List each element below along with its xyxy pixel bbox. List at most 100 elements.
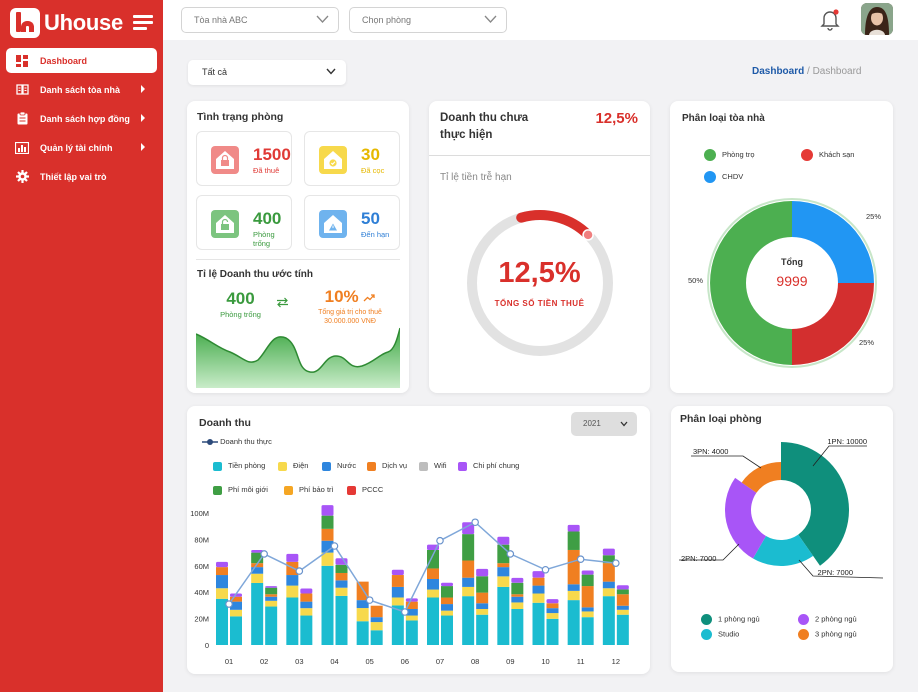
bar-segment[interactable] [265,606,278,645]
bar-segment[interactable] [265,596,278,601]
bar-segment[interactable] [581,611,594,618]
bar-segment[interactable] [251,582,264,645]
bar-segment[interactable] [356,608,369,622]
stat-deposited[interactable]: 30 Đã cọc [304,131,400,186]
bar-segment[interactable] [356,621,369,645]
line-point[interactable] [436,536,444,545]
bar-segment[interactable] [511,594,524,597]
bar-segment[interactable] [497,586,510,645]
bar-segment[interactable] [476,603,489,609]
bar-segment[interactable] [265,600,278,607]
bar-segment[interactable] [532,593,545,603]
bar-segment[interactable] [370,605,383,618]
bar-segment[interactable] [602,581,615,589]
building-select[interactable]: Tòa nhà ABC [181,7,339,33]
bar-segment[interactable] [265,587,278,595]
bar-segment[interactable] [511,577,524,583]
menu-toggle-icon[interactable] [133,15,153,33]
bar-segment[interactable] [462,560,475,578]
line-point[interactable] [260,550,268,558]
bar-segment[interactable] [391,569,404,576]
bar-segment[interactable] [321,528,334,541]
bar-segment[interactable] [370,622,383,631]
sidebar-item-roles[interactable]: Thiết lập vai trò [6,164,157,189]
bar-segment[interactable] [427,597,439,645]
bar-segment[interactable] [511,608,524,645]
stat-rented[interactable]: 1500 Đã thuê [196,131,292,186]
notification-bell-icon[interactable] [820,9,840,31]
bar-segment[interactable] [532,602,545,645]
bar-segment[interactable] [602,548,615,556]
bar-segment[interactable] [567,590,580,601]
bar-segment[interactable] [462,586,475,597]
bar-segment[interactable] [581,570,594,575]
bar-segment[interactable] [230,609,242,617]
bar-segment[interactable] [616,605,629,610]
bar-segment[interactable] [300,593,313,602]
bar-segment[interactable] [546,618,559,645]
bar-segment[interactable] [370,617,383,623]
line-point[interactable] [330,542,339,550]
bar-segment[interactable] [427,579,439,590]
bar-segment[interactable] [511,596,524,603]
bar-segment[interactable] [476,576,489,593]
bar-segment[interactable] [567,531,580,550]
bar-segment[interactable] [370,630,383,645]
bar-segment[interactable] [497,563,510,568]
line-point[interactable] [471,518,479,527]
bar-segment[interactable] [462,596,475,645]
bar-segment[interactable] [441,604,453,611]
bar-segment[interactable] [286,585,299,598]
bar-segment[interactable] [356,581,369,601]
bar-segment[interactable] [391,597,404,606]
donut-slice[interactable] [725,477,766,559]
line-point[interactable] [506,550,515,558]
bar-segment[interactable] [462,534,475,561]
bar-segment[interactable] [567,584,580,591]
bar-segment[interactable] [427,589,439,598]
bar-segment[interactable] [616,589,629,595]
line-point[interactable] [295,567,304,575]
bar-segment[interactable] [546,613,559,619]
bar-segment[interactable] [230,616,242,645]
bar-segment[interactable] [546,599,559,604]
bar-segment[interactable] [335,564,348,573]
room-select[interactable]: Chọn phòng [349,7,507,33]
bar-segment[interactable] [335,572,348,581]
period-filter-select[interactable]: Tất cả [188,60,346,85]
bar-segment[interactable] [581,607,594,612]
bar-segment[interactable] [300,608,313,616]
line-point[interactable] [541,565,550,574]
bar-segment[interactable] [616,609,629,615]
bar-segment[interactable] [405,615,418,621]
bar-segment[interactable] [511,602,524,609]
bar-segment[interactable] [286,553,299,562]
bar-segment[interactable] [476,592,489,604]
sidebar-item-dashboard[interactable]: Dashboard [6,48,157,73]
bar-segment[interactable] [511,582,524,595]
sidebar-item-contracts[interactable]: Danh sách hợp đồng [6,106,157,131]
bar-segment[interactable] [546,603,559,609]
bar-segment[interactable] [427,549,439,569]
bar-segment[interactable] [391,586,404,598]
bar-segment[interactable] [441,610,453,616]
bar-segment[interactable] [321,565,334,645]
app-logo[interactable]: Uhouse [10,6,123,40]
bar-segment[interactable] [441,586,453,598]
bar-segment[interactable] [602,596,615,645]
line-point[interactable] [365,596,374,604]
bar-segment[interactable] [335,587,348,596]
bar-segment[interactable] [441,615,453,645]
bar-segment[interactable] [476,608,489,615]
donut-slice[interactable] [792,201,874,283]
sidebar-item-finance[interactable]: Quản lý tài chính [6,135,157,160]
bar-segment[interactable] [581,586,594,608]
bar-segment[interactable] [546,608,559,614]
bar-segment[interactable] [216,567,228,576]
stat-due[interactable]: 50 Đến hạn [304,195,400,250]
bar-segment[interactable] [216,575,228,589]
bar-segment[interactable] [216,561,228,568]
bar-segment[interactable] [335,580,348,588]
bar-segment[interactable] [462,577,475,587]
bar-segment[interactable] [532,585,545,594]
